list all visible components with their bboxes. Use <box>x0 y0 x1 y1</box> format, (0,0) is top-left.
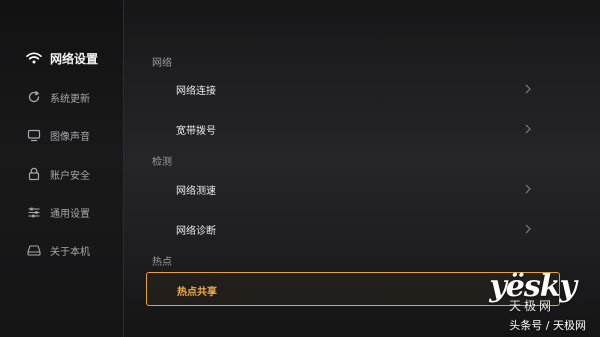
row-label: 热点共享 <box>177 287 217 298</box>
sidebar-item-label: 系统更新 <box>50 93 90 105</box>
section-title-network: 网络 <box>152 58 172 69</box>
sidebar-item-label: 通用设置 <box>50 208 90 220</box>
chevron-right-icon <box>525 84 531 94</box>
chevron-right-icon <box>525 224 531 234</box>
sidebar-item-about-device[interactable]: 关于本机 <box>24 240 90 260</box>
row-label: 网络连接 <box>176 86 216 97</box>
row-label: 宽带拨号 <box>176 126 216 137</box>
row-label: 网络测速 <box>176 186 216 197</box>
watermark-caption: 头条号 / 天极网 <box>509 319 586 332</box>
chevron-right-icon <box>525 184 531 194</box>
sidebar-item-label: 图像声音 <box>50 131 90 143</box>
sidebar-item-account-security[interactable]: 账户安全 <box>24 164 90 184</box>
sidebar-item-label: 关于本机 <box>50 246 90 258</box>
refresh-icon <box>24 89 44 105</box>
sidebar-item-general-settings[interactable]: 通用设置 <box>24 202 90 222</box>
monitor-icon <box>24 127 44 143</box>
sidebar: 网络设置 系统更新 图像声音 账户安全 通用设置 关于本机 <box>0 0 124 337</box>
lock-icon <box>24 166 44 182</box>
sidebar-item-label: 网络设置 <box>50 51 99 66</box>
section-title-detection: 检测 <box>152 157 172 168</box>
sidebar-item-network-settings[interactable]: 网络设置 <box>24 48 98 68</box>
sidebar-item-label: 账户安全 <box>50 170 90 182</box>
row-network-connection[interactable]: 网络连接 <box>146 72 560 106</box>
device-icon <box>24 242 44 258</box>
sidebar-item-system-update[interactable]: 系统更新 <box>24 87 90 107</box>
wifi-icon <box>24 50 44 66</box>
settings-screen: 网络设置 系统更新 图像声音 账户安全 通用设置 关于本机 网络 网络连接 宽带… <box>0 0 600 337</box>
row-label: 网络诊断 <box>176 226 216 237</box>
watermark: yësky 天极网 头条号 / 天极网 <box>456 271 586 333</box>
watermark-subtitle: 天极网 <box>508 299 554 313</box>
sliders-icon <box>24 204 44 220</box>
sidebar-item-picture-sound[interactable]: 图像声音 <box>24 125 90 145</box>
row-network-speed-test[interactable]: 网络测速 <box>146 172 560 206</box>
section-title-hotspot: 热点 <box>152 257 172 268</box>
chevron-right-icon <box>525 124 531 134</box>
row-network-diagnosis[interactable]: 网络诊断 <box>146 212 560 246</box>
row-broadband-dialup[interactable]: 宽带拨号 <box>146 112 560 146</box>
